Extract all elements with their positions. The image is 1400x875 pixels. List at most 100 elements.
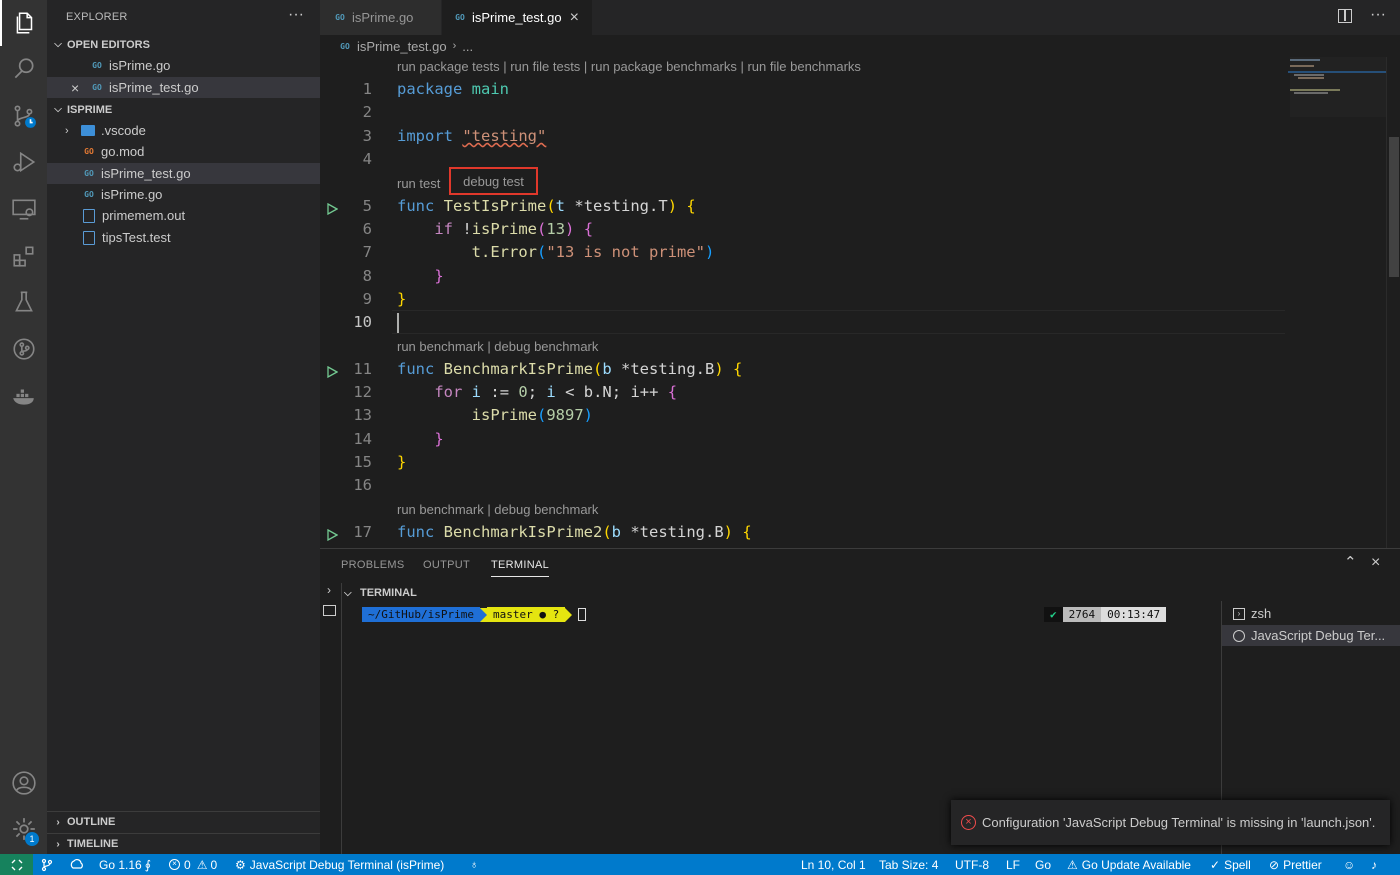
prompt-count: 2764 [1062,607,1102,622]
minimap[interactable] [1288,57,1386,548]
end-of-line[interactable]: LF [1006,854,1020,875]
terminal-section-label: TERMINAL [360,587,417,599]
tab-size[interactable]: Tab Size: 4 [879,854,938,875]
run-debug-icon[interactable] [0,139,47,185]
remote-explorer-icon[interactable] [0,186,47,232]
codelens-package[interactable]: run package tests | run file tests | run… [397,59,861,74]
notifications-bell-icon[interactable]: ♪ [1371,854,1377,875]
vscode-folder-icon [81,125,95,136]
go-mod-icon: GO [84,147,94,156]
editor-scrollbar[interactable] [1386,57,1400,548]
tab-terminal[interactable]: TERMINAL [491,559,550,577]
open-editors-label: OPEN EDITORS [67,38,150,51]
explorer-more-button[interactable]: ··· [288,6,304,24]
current-line-highlight [392,310,1285,334]
code-line: package main [397,80,509,98]
tree-item-label: primemem.out [102,208,186,223]
go-file-icon: GO [92,61,102,70]
tree-item-file[interactable]: GO go.mod [47,141,320,162]
breadcrumb: GO isPrime_test.go › ... [320,35,1400,57]
code-line: func TestIsPrime(t *testing.T) { [397,197,696,215]
warning-icon: ⚠ [1067,857,1078,872]
tree-item-file[interactable]: GO isPrime_test.go [47,163,320,184]
timeline-header[interactable]: › TIMELINE [47,833,320,854]
feedback-icon[interactable]: ☺ [1343,854,1355,875]
docker-icon[interactable] [0,373,47,419]
language-mode[interactable]: Go [1035,854,1051,875]
codelens-benchmark[interactable]: run benchmark | debug benchmark [397,502,598,517]
terminal-section-header[interactable]: ⌵ TERMINAL [344,583,417,603]
tree-item-file[interactable]: tipsTest.test [47,227,320,248]
error-notification[interactable]: × Configuration 'JavaScript Debug Termin… [951,800,1390,845]
remote-indicator-icon[interactable] [0,854,33,875]
tab-problems[interactable]: PROBLEMS [341,559,405,571]
tab-output[interactable]: OUTPUT [423,559,470,571]
open-editor-item[interactable]: × GO isPrime_test.go [47,77,320,98]
extensions-icon[interactable] [0,233,47,279]
chevron-right-icon[interactable]: › [327,583,331,597]
terminal-cursor [578,608,587,621]
debug-target-icon[interactable]: ♁ [470,854,478,875]
line-number: 3 [362,127,372,145]
code-editor[interactable]: run package tests | run file tests | run… [320,57,1400,548]
sync-icon[interactable] [70,854,84,875]
breadcrumb-symbol[interactable]: ... [462,39,473,54]
git-branch-icon[interactable] [41,854,53,875]
tree-item-folder[interactable]: › .vscode [47,120,320,141]
go-file-icon: GO [92,83,102,92]
code-line: import "testing" [397,127,547,145]
line-number: 13 [353,406,372,424]
project-header[interactable]: ⌵ ISPRIME [47,99,320,120]
go-file-icon: GO [84,169,94,178]
chevron-down-icon: ⌵ [344,587,352,599]
maximize-panel-icon[interactable]: ⌃ [1344,553,1357,571]
go-file-icon: GO [84,190,94,199]
account-icon[interactable] [0,760,47,806]
debug-session[interactable]: ⚙ JavaScript Debug Terminal (isPrime) [235,854,444,875]
tree-item-file[interactable]: GO isPrime.go [47,184,320,205]
tab-label: isPrime_test.go [472,10,562,25]
line-number: 14 [353,430,372,448]
settings-gear-icon[interactable]: 1 [0,806,47,852]
tab-close-icon[interactable]: × [570,9,579,27]
encoding[interactable]: UTF-8 [955,854,989,875]
search-icon[interactable] [0,46,47,92]
tree-item-label: tipsTest.test [102,230,171,245]
split-editor-icon[interactable] [1338,9,1352,23]
tree-item-file[interactable]: primemem.out [47,205,320,226]
go-update[interactable]: ⚠ Go Update Available [1067,854,1191,875]
terminal-item-zsh[interactable]: › zsh [1222,603,1400,624]
editor-more-actions[interactable]: ··· [1370,6,1386,24]
outline-header[interactable]: › OUTLINE [47,811,320,832]
cursor-position[interactable]: Ln 10, Col 1 [801,854,866,875]
notification-message: Configuration 'JavaScript Debug Terminal… [982,815,1376,830]
terminal-debug-icon[interactable] [323,605,336,616]
go-version[interactable]: Go 1.16 ∮ [99,854,151,875]
prettier[interactable]: ⊘ Prettier [1269,854,1322,875]
source-control-icon[interactable] [0,93,47,139]
prompt-branch: master ● ? [486,607,566,622]
close-icon[interactable]: × [71,80,89,96]
tab-isprime-go[interactable]: GO isPrime.go [320,0,441,35]
code-line: } [434,430,444,448]
pulse-icon: ∮ [144,857,151,872]
tab-isprime-test-go[interactable]: GO isPrime_test.go × [442,0,592,35]
codelens-debug-test[interactable]: debug test [449,167,538,195]
files-icon[interactable] [0,0,47,46]
open-editors-header[interactable]: ⌵ OPEN EDITORS [47,34,320,55]
tree-item-label: isPrime_test.go [101,166,191,181]
breadcrumb-file[interactable]: isPrime_test.go [357,39,447,54]
terminal-item-label: zsh [1251,606,1272,621]
prohibited-icon: ⊘ [1269,857,1280,872]
close-panel-icon[interactable]: × [1371,554,1380,572]
codelens-run-test[interactable]: run test [397,176,440,191]
git-graph-icon[interactable] [0,326,47,372]
go-file-icon: GO [455,13,465,22]
open-editor-item[interactable]: GO isPrime.go [47,55,320,76]
terminal-item-js-debug[interactable]: JavaScript Debug Ter... [1222,625,1400,646]
problems-indicator[interactable]: × 0 ⚠ 0 [169,854,217,875]
spell-check[interactable]: ✓ Spell [1210,854,1251,875]
file-icon [83,208,95,223]
codelens-benchmark[interactable]: run benchmark | debug benchmark [397,339,598,354]
testing-icon[interactable] [0,279,47,325]
